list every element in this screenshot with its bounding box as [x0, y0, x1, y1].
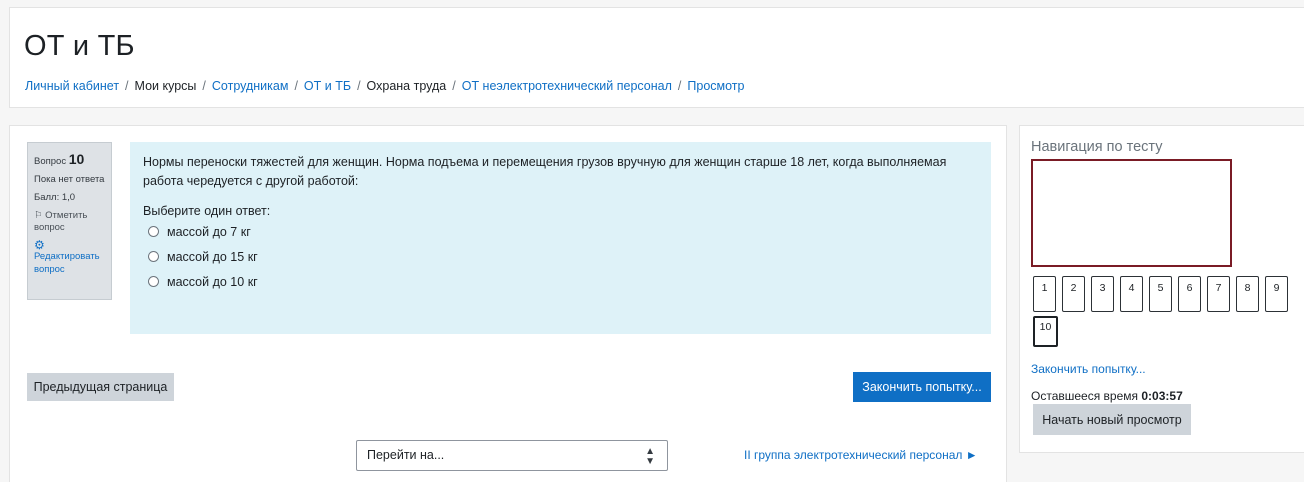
answer-option-1[interactable]: массой до 7 кг [143, 222, 978, 242]
next-activity-link[interactable]: II группа электротехнический персонал ► [744, 448, 978, 462]
question-status: Пока нет ответа [34, 173, 105, 185]
jump-to-value: Перейти на... [367, 448, 445, 462]
time-remaining-value: 0:03:57 [1141, 389, 1183, 403]
breadcrumb-separator: / [357, 79, 361, 93]
breadcrumb: Личный кабинет / Мои курсы / Сотрудникам / ОТ … [25, 79, 744, 93]
breadcrumb-separator: / [294, 79, 298, 93]
edit-question-label: Редактировать вопрос [34, 251, 100, 275]
edit-question-link[interactable]: ⚙ Редактировать вопрос [34, 239, 105, 277]
gear-icon: ⚙ [34, 238, 45, 253]
answer-option-3[interactable]: массой до 10 кг [143, 272, 978, 292]
answer-label: массой до 15 кг [167, 249, 258, 264]
breadcrumb-separator: / [202, 79, 206, 93]
finish-attempt-link[interactable]: Закончить попытку... [1031, 362, 1146, 376]
question-button-10-current[interactable]: 10 [1033, 316, 1058, 347]
question-button-4[interactable]: 4 [1120, 276, 1143, 312]
answer-label: массой до 10 кг [167, 274, 258, 289]
page-header: ОТ и ТБ Личный кабинет / Мои курсы / Сотрудн… [9, 7, 1304, 108]
quiz-navigation: Навигация по тесту 1 2 3 4 5 6 7 8 9 10 … [1019, 125, 1304, 453]
question-number: 10 [68, 151, 85, 167]
jump-to-select[interactable]: Перейти на... ▲ ▼ [356, 440, 668, 471]
time-remaining: Оставшееся время 0:03:57 [1031, 389, 1183, 403]
question-text: Нормы переноски тяжестей для женщин. Нор… [143, 155, 947, 189]
flag-icon: ⚐ [34, 209, 43, 221]
question-button-7[interactable]: 7 [1207, 276, 1230, 312]
breadcrumb-separator: / [125, 79, 129, 93]
answer-label: массой до 7 кг [167, 224, 251, 239]
time-remaining-label: Оставшееся время [1031, 389, 1139, 403]
page-title: ОТ и ТБ [24, 30, 135, 62]
answer-prompt: Выберите один ответ: [143, 203, 271, 218]
answer-option-2[interactable]: массой до 15 кг [143, 247, 978, 267]
question-content: Нормы переноски тяжестей для женщин. Нор… [130, 142, 991, 334]
question-card: Вопрос 10 Пока нет ответа Балл: 1,0 ⚐ От… [9, 125, 1007, 482]
question-info: Вопрос 10 Пока нет ответа Балл: 1,0 ⚐ От… [27, 142, 112, 300]
question-grade: Балл: 1,0 [34, 191, 76, 203]
question-button-1[interactable]: 1 [1033, 276, 1056, 312]
breadcrumb-course[interactable]: ОТ и ТБ [304, 79, 351, 93]
start-new-preview-button[interactable]: Начать новый просмотр [1033, 404, 1191, 435]
question-button-9[interactable]: 9 [1265, 276, 1288, 312]
breadcrumb-separator: / [677, 79, 682, 93]
select-arrows-icon: ▲ ▼ [645, 446, 655, 467]
question-number-label: Вопрос [34, 156, 67, 167]
breadcrumb-employees[interactable]: Сотрудникам [212, 79, 289, 93]
question-button-6[interactable]: 6 [1178, 276, 1201, 312]
answer-radio[interactable] [148, 276, 159, 288]
question-button-5[interactable]: 5 [1149, 276, 1172, 312]
question-button-8[interactable]: 8 [1236, 276, 1259, 312]
breadcrumb-preview[interactable]: Просмотр [687, 79, 744, 93]
flag-question-link[interactable]: ⚐ Отметить вопрос [34, 210, 105, 236]
breadcrumb-quiz[interactable]: ОТ неэлектротехнический персонал [462, 79, 672, 93]
answer-radio[interactable] [148, 226, 159, 238]
breadcrumb-my-courses: Мои курсы [134, 79, 197, 93]
breadcrumb-separator: / [452, 79, 456, 93]
quiz-navigation-title: Навигация по тесту [1031, 139, 1163, 155]
previous-page-button[interactable]: Предыдущая страница [27, 373, 174, 401]
answer-radio[interactable] [148, 251, 159, 263]
breadcrumb-section: Охрана труда [366, 79, 447, 93]
breadcrumb-dashboard[interactable]: Личный кабинет [25, 79, 119, 93]
question-button-3[interactable]: 3 [1091, 276, 1114, 312]
finish-attempt-button[interactable]: Закончить попытку... [853, 372, 991, 402]
user-picture-box [1031, 159, 1232, 267]
question-button-2[interactable]: 2 [1062, 276, 1085, 312]
